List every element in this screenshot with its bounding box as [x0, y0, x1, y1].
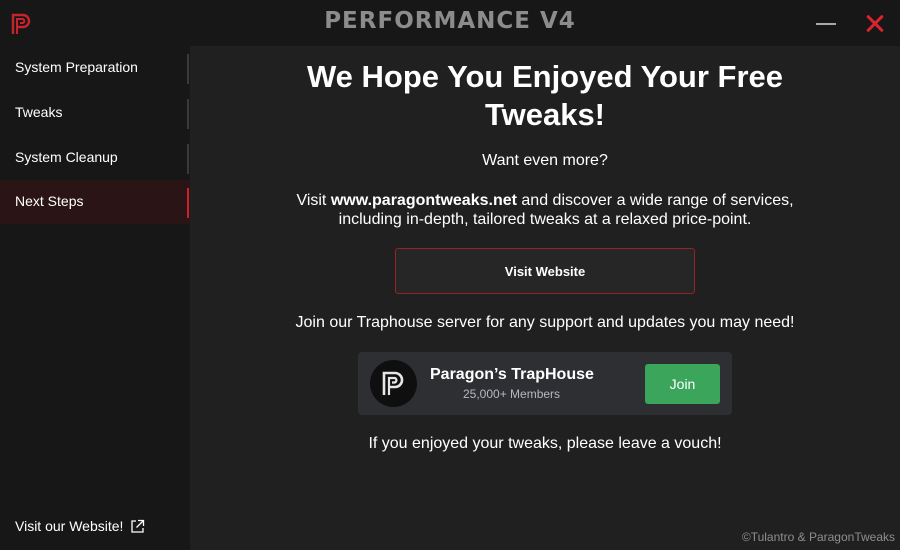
visit-website-button[interactable]: Visit Website: [395, 248, 695, 294]
sidebar-item-label: Next Steps: [15, 193, 84, 209]
sidebar-item-label: System Preparation: [15, 59, 138, 75]
sidebar-item-indicator: [187, 144, 189, 174]
visit-website-label: Visit our Website!: [15, 518, 124, 534]
main-panel: We Hope You Enjoyed Your Free Tweaks! Wa…: [190, 46, 900, 550]
page-title-line-2: Tweaks!: [484, 97, 606, 132]
close-icon[interactable]: [858, 8, 892, 38]
visit-prefix: Visit: [296, 192, 331, 209]
sidebar: System Preparation Tweaks System Cleanup…: [0, 46, 190, 550]
app-title: PERFORMANCE V4: [324, 8, 576, 34]
website-url: www.paragontweaks.net: [330, 192, 517, 209]
sidebar-item-tweaks[interactable]: Tweaks: [0, 91, 190, 135]
sidebar-item-indicator: [187, 188, 189, 218]
server-member-count: 25,000+ Members: [463, 387, 561, 401]
discord-server-card: Paragon’s TrapHouse 25,000+ Members Join: [358, 352, 732, 415]
server-avatar: [370, 360, 417, 407]
join-server-text: Join our Traphouse server for any suppor…: [295, 314, 795, 331]
sidebar-item-next-steps[interactable]: Next Steps: [0, 180, 190, 224]
sidebar-item-indicator: [187, 54, 189, 84]
page-title: We Hope You Enjoyed Your Free Tweaks!: [190, 58, 900, 134]
sidebar-item-label: Tweaks: [15, 104, 63, 120]
visit-website-link[interactable]: Visit our Website!: [15, 518, 145, 534]
visit-line-2: including in-depth, tailored tweaks at a…: [338, 211, 752, 228]
vouch-text: If you enjoyed your tweaks, please leave…: [368, 435, 722, 452]
sidebar-item-indicator: [187, 99, 189, 129]
sidebar-item-system-preparation[interactable]: System Preparation: [0, 46, 190, 90]
server-name: Paragon’s TrapHouse: [430, 366, 594, 383]
sidebar-item-system-cleanup[interactable]: System Cleanup: [0, 136, 190, 180]
copyright-text: ©Tulantro & ParagonTweaks: [741, 530, 895, 544]
sidebar-item-label: System Cleanup: [15, 149, 118, 165]
paragon-logo-icon: [382, 371, 404, 395]
external-link-icon: [131, 519, 145, 533]
app-window: PERFORMANCE V4 System Preparation Tweaks…: [0, 0, 900, 550]
minimize-icon[interactable]: [808, 8, 842, 38]
visit-description: Visit www.paragontweaks.net and discover…: [190, 191, 900, 229]
visit-suffix: and discover a wide range of services,: [516, 192, 794, 209]
page-title-line-1: We Hope You Enjoyed Your Free: [306, 59, 783, 94]
join-server-button[interactable]: Join: [645, 364, 720, 404]
title-bar[interactable]: PERFORMANCE V4: [0, 0, 900, 46]
want-more-text: Want even more?: [482, 152, 608, 169]
